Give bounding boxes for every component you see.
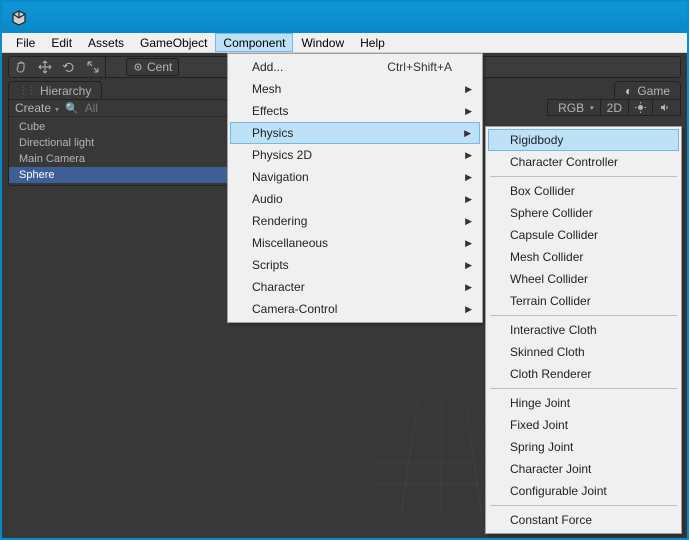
transform-tool-group <box>9 57 106 77</box>
menu-file[interactable]: File <box>8 33 43 52</box>
menu-assets[interactable]: Assets <box>80 33 132 52</box>
menu-edit[interactable]: Edit <box>43 33 80 52</box>
menu-window[interactable]: Window <box>293 33 352 52</box>
submenu-arrow-icon: ▶ <box>465 260 472 271</box>
menu-item-effects[interactable]: Effects ▶ <box>230 100 480 122</box>
menu-separator <box>490 176 677 177</box>
scale-tool-icon[interactable] <box>81 57 105 77</box>
menu-item-rigidbody[interactable]: Rigidbody <box>488 129 679 151</box>
pivot-toggle[interactable]: Cent <box>126 58 179 76</box>
menu-item-label: Audio <box>252 192 283 206</box>
menu-item-label: Camera-Control <box>252 302 337 316</box>
menu-item-character-joint[interactable]: Character Joint <box>488 458 679 480</box>
physics-submenu: RigidbodyCharacter Controller Box Collide… <box>485 126 682 534</box>
menu-item-configurable-joint[interactable]: Configurable Joint <box>488 480 679 502</box>
menu-item-camera-control[interactable]: Camera-Control ▶ <box>230 298 480 320</box>
menu-item-physics-2d[interactable]: Physics 2D ▶ <box>230 144 480 166</box>
submenu-arrow-icon: ▶ <box>465 194 472 205</box>
menu-item-spring-joint[interactable]: Spring Joint <box>488 436 679 458</box>
hierarchy-item[interactable]: Cube <box>9 119 229 135</box>
hierarchy-item[interactable]: Sphere <box>9 167 229 183</box>
menu-gameobject[interactable]: GameObject <box>132 33 215 52</box>
hierarchy-title: Hierarchy <box>40 84 91 98</box>
submenu-arrow-icon: ▶ <box>465 172 472 183</box>
menu-separator <box>490 505 677 506</box>
game-tab[interactable]: ◐ Game <box>614 81 681 99</box>
menu-item-terrain-collider[interactable]: Terrain Collider <box>488 290 679 312</box>
pivot-label: Cent <box>147 60 172 74</box>
menu-item-add-[interactable]: Add... Ctrl+Shift+A <box>230 56 480 78</box>
menu-item-shortcut: Ctrl+Shift+A <box>387 60 452 74</box>
menu-item-label: Physics 2D <box>252 148 312 162</box>
rotate-tool-icon[interactable] <box>57 57 81 77</box>
rgb-dropdown[interactable]: RGB▾ <box>552 100 600 115</box>
menu-item-character-controller[interactable]: Character Controller <box>488 151 679 173</box>
menu-item-label: Physics <box>252 126 293 140</box>
component-menu: Add...Ctrl+Shift+AMesh▶Effects▶Physics▶P… <box>227 53 483 323</box>
menu-help[interactable]: Help <box>352 33 393 52</box>
audio-toggle-icon[interactable] <box>652 100 676 115</box>
hierarchy-item[interactable]: Main Camera <box>9 151 229 167</box>
submenu-arrow-icon: ▶ <box>464 128 471 139</box>
menu-item-capsule-collider[interactable]: Capsule Collider <box>488 224 679 246</box>
menu-item-label: Character <box>252 280 305 294</box>
menu-item-hinge-joint[interactable]: Hinge Joint <box>488 392 679 414</box>
menu-item-interactive-cloth[interactable]: Interactive Cloth <box>488 319 679 341</box>
game-display-bar: RGB▾ 2D <box>547 99 681 116</box>
menu-item-scripts[interactable]: Scripts ▶ <box>230 254 480 276</box>
2d-toggle[interactable]: 2D <box>600 100 628 115</box>
menu-item-label: Rendering <box>252 214 307 228</box>
menu-item-skinned-cloth[interactable]: Skinned Cloth <box>488 341 679 363</box>
menu-item-mesh-collider[interactable]: Mesh Collider <box>488 246 679 268</box>
menu-item-mesh[interactable]: Mesh ▶ <box>230 78 480 100</box>
menu-item-box-collider[interactable]: Box Collider <box>488 180 679 202</box>
unity-logo-icon <box>10 9 28 27</box>
menu-item-label: Miscellaneous <box>252 236 328 250</box>
menu-item-label: Effects <box>252 104 288 118</box>
game-panel: ◐ Game <box>614 81 681 99</box>
hierarchy-create-bar: Create 🔍 All <box>9 100 229 117</box>
menu-item-rendering[interactable]: Rendering ▶ <box>230 210 480 232</box>
hand-tool-icon[interactable] <box>9 57 33 77</box>
hierarchy-item[interactable]: Directional light <box>9 135 229 151</box>
move-tool-icon[interactable] <box>33 57 57 77</box>
menu-item-character[interactable]: Character ▶ <box>230 276 480 298</box>
menu-component[interactable]: Component <box>215 33 293 52</box>
menu-separator <box>490 388 677 389</box>
scene-grid <box>382 353 502 533</box>
hierarchy-tab[interactable]: ⋮⋮ Hierarchy <box>8 81 102 99</box>
submenu-arrow-icon: ▶ <box>465 304 472 315</box>
drag-grip-icon: ⋮⋮ <box>19 85 35 96</box>
title-bar <box>2 2 687 33</box>
menu-item-cloth-renderer[interactable]: Cloth Renderer <box>488 363 679 385</box>
menu-item-label: Mesh <box>252 82 281 96</box>
menu-item-label: Scripts <box>252 258 289 272</box>
menu-separator <box>490 315 677 316</box>
game-title: Game <box>637 84 670 98</box>
submenu-arrow-icon: ▶ <box>465 106 472 117</box>
pacman-icon: ◐ <box>625 84 632 98</box>
menu-item-audio[interactable]: Audio ▶ <box>230 188 480 210</box>
hierarchy-panel: ⋮⋮ Hierarchy Create 🔍 All CubeDirectiona… <box>8 81 230 186</box>
search-icon[interactable]: 🔍 <box>65 102 79 115</box>
menu-item-fixed-joint[interactable]: Fixed Joint <box>488 414 679 436</box>
submenu-arrow-icon: ▶ <box>465 282 472 293</box>
menu-item-wheel-collider[interactable]: Wheel Collider <box>488 268 679 290</box>
submenu-arrow-icon: ▶ <box>465 238 472 249</box>
lighting-toggle-icon[interactable] <box>628 100 652 115</box>
menu-item-sphere-collider[interactable]: Sphere Collider <box>488 202 679 224</box>
menu-item-label: Navigation <box>252 170 309 184</box>
create-dropdown[interactable]: Create <box>15 101 59 115</box>
submenu-arrow-icon: ▶ <box>465 84 472 95</box>
menu-item-miscellaneous[interactable]: Miscellaneous ▶ <box>230 232 480 254</box>
search-filter-label[interactable]: All <box>85 101 98 115</box>
menu-bar: FileEditAssetsGameObjectComponentWindowH… <box>2 33 687 53</box>
submenu-arrow-icon: ▶ <box>465 150 472 161</box>
submenu-arrow-icon: ▶ <box>465 216 472 227</box>
menu-item-label: Add... <box>252 60 283 74</box>
menu-item-constant-force[interactable]: Constant Force <box>488 509 679 531</box>
menu-item-physics[interactable]: Physics ▶ <box>230 122 480 144</box>
hierarchy-list: CubeDirectional lightMain CameraSphere <box>9 117 229 185</box>
menu-item-navigation[interactable]: Navigation ▶ <box>230 166 480 188</box>
